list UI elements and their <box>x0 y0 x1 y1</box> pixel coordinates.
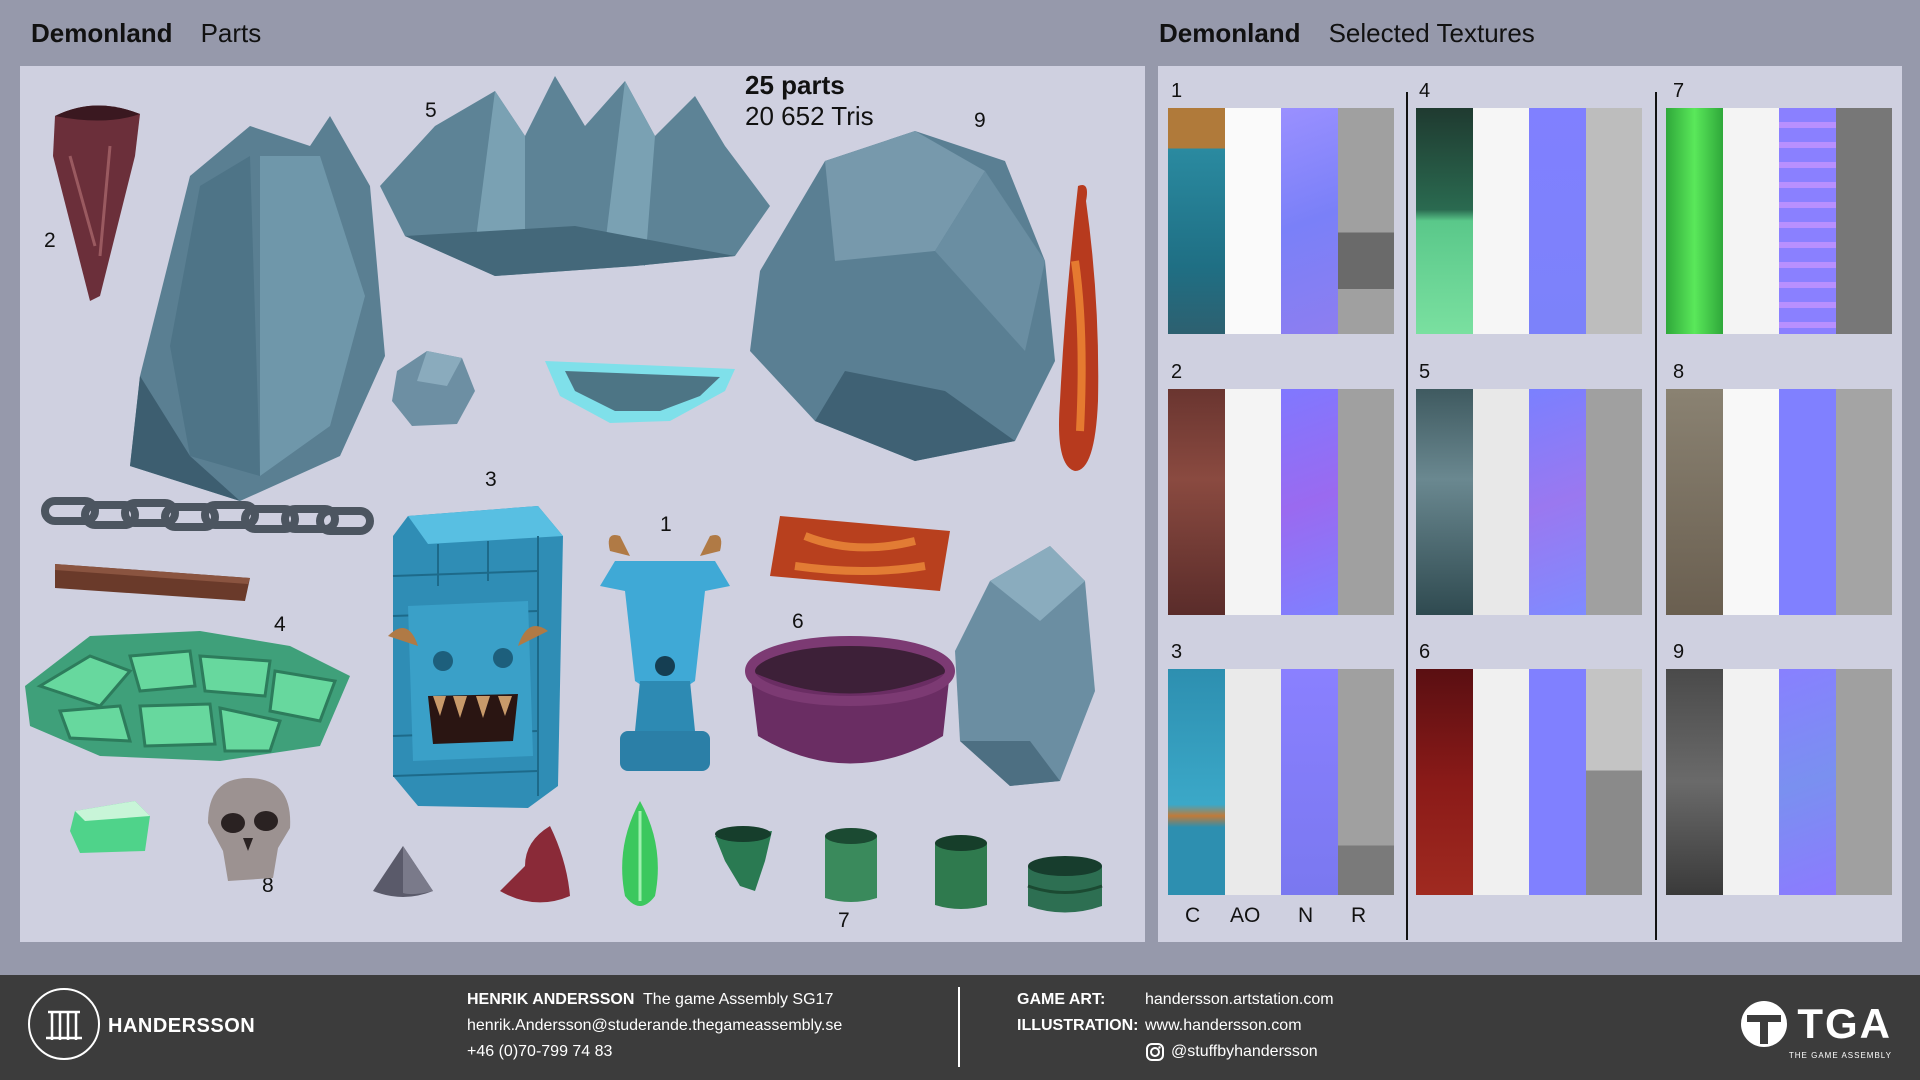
green-cube-part <box>70 801 150 853</box>
school-name: The game Assembly SG17 <box>643 991 834 1008</box>
texture-set-number: 8 <box>1673 361 1685 383</box>
brand-name: HANDERSSON <box>108 1015 256 1037</box>
channel-label-normal: N <box>1298 904 1314 927</box>
parts-header-title: Demonland <box>31 18 173 48</box>
spiky-rock-part <box>380 76 770 276</box>
textures-header: Demonland Selected Textures <box>1159 18 1535 49</box>
website-link[interactable]: www.handersson.com <box>1145 1013 1334 1039</box>
instagram-handle: @stuffbyhandersson <box>1171 1043 1318 1060</box>
footer: HANDERSSON HENRIK ANDERSSON The game Ass… <box>0 975 1920 1080</box>
channel-label-color: C <box>1185 904 1201 927</box>
footer-divider <box>958 987 960 1067</box>
instagram-icon <box>1146 1043 1164 1061</box>
tga-logo-subtitle: THE GAME ASSEMBLY <box>1788 1051 1892 1060</box>
purple-ring-part <box>745 636 955 764</box>
parts-panel: 25 parts 20 652 Tris 1 2 3 4 5 6 7 8 9 <box>20 66 1145 942</box>
texture-set-number: 9 <box>1673 641 1685 663</box>
green-cylinder-a <box>825 828 877 902</box>
textures-header-subtitle: Selected Textures <box>1328 18 1535 48</box>
texture-set-3 <box>1168 669 1394 895</box>
parts-header: Demonland Parts <box>31 18 261 49</box>
large-rock-part <box>130 116 385 501</box>
texture-set-6 <box>1416 669 1642 895</box>
author-name: HENRIK ANDERSSON <box>467 991 635 1008</box>
tga-logo: TGA THE GAME ASSEMBLY <box>1739 999 1892 1060</box>
lava-horn-part <box>1059 185 1099 471</box>
demon-pillar-part <box>388 506 563 808</box>
textures-header-title: Demonland <box>1159 18 1301 48</box>
texture-set-number: 2 <box>1171 361 1183 383</box>
links-labels: GAME ART: ILLUSTRATION: <box>1017 987 1138 1039</box>
texture-set-8 <box>1666 389 1892 615</box>
handersson-logo-icon <box>28 988 100 1060</box>
texture-set-9 <box>1666 669 1892 895</box>
green-cap-part <box>715 826 772 891</box>
green-leaf-part <box>622 801 658 906</box>
red-horn-part <box>500 826 570 903</box>
game-art-label: GAME ART: <box>1017 991 1106 1008</box>
channel-label-ao: AO <box>1230 904 1261 927</box>
tga-logo-icon <box>1741 1001 1788 1047</box>
tall-stone-part <box>955 546 1095 786</box>
boulder-part <box>750 131 1055 461</box>
cone-part <box>373 846 433 897</box>
texture-set-number: 7 <box>1673 80 1685 102</box>
green-cylinder-b <box>935 835 987 909</box>
texture-set-number: 3 <box>1171 641 1183 663</box>
tga-logo-text: TGA <box>1797 1000 1892 1047</box>
texture-set-5 <box>1416 389 1642 615</box>
part-number-3: 3 <box>485 468 497 491</box>
plank-part <box>55 564 250 601</box>
texture-set-number: 4 <box>1419 80 1431 102</box>
skull-part <box>208 778 291 881</box>
green-cylinder-c <box>1027 856 1103 913</box>
texture-set-7 <box>1666 108 1892 334</box>
column-divider <box>1406 92 1408 940</box>
texture-set-number: 1 <box>1171 80 1183 102</box>
small-rock-part <box>392 351 475 426</box>
illustration-label: ILLUSTRATION: <box>1017 1017 1139 1034</box>
tray-part <box>545 361 735 423</box>
artstation-link[interactable]: handersson.artstation.com <box>1145 987 1334 1013</box>
column-divider <box>1655 92 1657 940</box>
email-link[interactable]: henrik.Andersson@studerande.thegameassem… <box>467 1013 842 1039</box>
instagram-row[interactable]: @stuffbyhandersson <box>1145 1039 1334 1065</box>
texture-set-1 <box>1168 108 1394 334</box>
phone-number: +46 (0)70-799 74 83 <box>467 1043 613 1060</box>
contact-info: HENRIK ANDERSSON The game Assembly SG17 … <box>467 987 842 1065</box>
parts-header-subtitle: Parts <box>200 18 262 48</box>
textures-panel: 1 2 3 4 5 6 7 8 9 C AO N R <box>1158 66 1902 942</box>
demon-bust-part <box>600 535 730 771</box>
lava-slab-part <box>770 516 950 591</box>
channel-label-roughness: R <box>1351 904 1367 927</box>
part-number-7: 7 <box>838 909 850 932</box>
texture-set-number: 6 <box>1419 641 1431 663</box>
chain-part <box>41 497 374 535</box>
texture-set-number: 5 <box>1419 361 1431 383</box>
texture-set-4 <box>1416 108 1642 334</box>
links-values: handersson.artstation.com www.handersson… <box>1145 987 1334 1065</box>
texture-set-2 <box>1168 389 1394 615</box>
green-tiles-part <box>25 631 350 761</box>
